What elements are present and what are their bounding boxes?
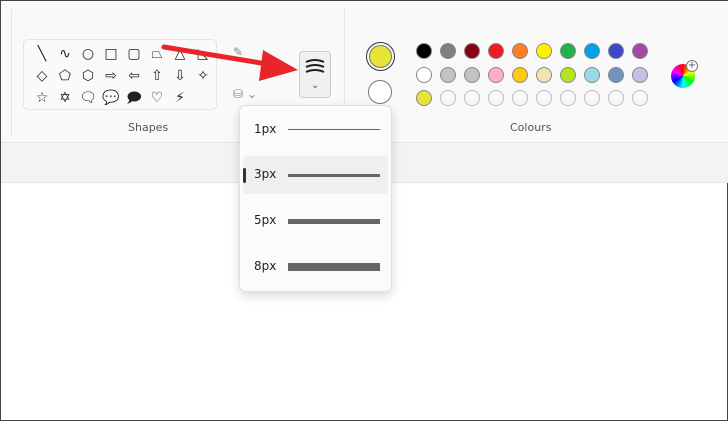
option-label: 5px: [254, 213, 277, 227]
line-preview: [288, 219, 380, 224]
selected-indicator: [243, 168, 246, 183]
size-option-8px[interactable]: 8px: [243, 248, 388, 286]
option-label: 3px: [254, 167, 277, 181]
option-label: 8px: [254, 259, 277, 273]
annotation-arrow: [161, 44, 298, 81]
size-option-5px[interactable]: 5px: [243, 202, 388, 240]
size-option-3px[interactable]: 3px: [243, 156, 388, 194]
line-preview: [288, 263, 380, 271]
line-preview: [288, 174, 380, 177]
